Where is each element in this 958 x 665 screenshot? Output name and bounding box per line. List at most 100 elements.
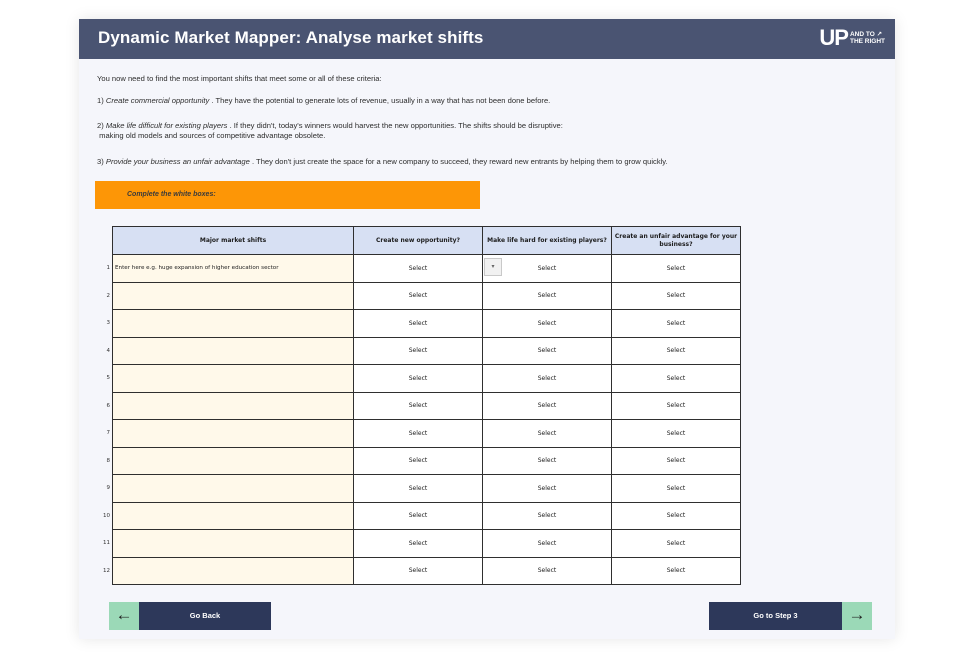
select-make-life-hard[interactable]: Select <box>482 309 612 338</box>
row-number: 12 <box>99 557 113 585</box>
market-shift-input[interactable] <box>112 556 354 585</box>
select-new-opportunity-value: Select <box>408 402 428 410</box>
arrow-left-icon[interactable]: ← <box>109 602 139 630</box>
go-back-label[interactable]: Go Back <box>139 602 271 630</box>
market-shift-input[interactable] <box>112 419 354 448</box>
select-make-life-hard[interactable]: Select <box>482 556 612 585</box>
select-unfair-advantage[interactable]: Select <box>611 309 741 338</box>
logo-subtext-line2: THE RIGHT <box>849 38 885 45</box>
select-new-opportunity-value: Select <box>408 292 428 300</box>
select-make-life-hard[interactable]: Select <box>482 281 612 310</box>
market-shift-input[interactable] <box>112 529 354 558</box>
select-new-opportunity[interactable]: Select <box>353 281 483 310</box>
select-unfair-advantage[interactable]: Select <box>611 446 741 475</box>
select-unfair-advantage[interactable]: Select <box>611 364 741 393</box>
table-row: 7 Select Select Select <box>99 419 741 448</box>
market-shift-input[interactable] <box>112 336 354 365</box>
go-to-step-3-button[interactable]: Go to Step 3 → <box>709 602 872 630</box>
select-new-opportunity[interactable]: Select <box>353 419 483 448</box>
select-new-opportunity[interactable]: Select <box>353 309 483 338</box>
select-make-life-hard[interactable]: Select <box>482 391 612 420</box>
select-new-opportunity[interactable]: Select <box>353 391 483 420</box>
select-unfair-advantage-value: Select <box>666 484 686 492</box>
criterion-2-number: 2) <box>97 121 104 130</box>
criterion-1: 1) Create commercial opportunity . They … <box>97 96 857 106</box>
row-number: 11 <box>99 530 113 558</box>
select-unfair-advantage[interactable]: Select <box>611 391 741 420</box>
select-unfair-advantage-value: Select <box>666 457 686 465</box>
select-make-life-hard-value: Select <box>537 374 557 382</box>
row-number-value: 3 <box>106 320 111 327</box>
header-major-market-shifts: Major market shifts <box>112 226 354 255</box>
market-shift-input[interactable] <box>112 501 354 530</box>
select-make-life-hard-value: Select <box>537 512 557 520</box>
market-shift-input[interactable] <box>112 281 354 310</box>
select-unfair-advantage-value: Select <box>666 539 686 547</box>
select-make-life-hard[interactable]: Select <box>482 529 612 558</box>
select-new-opportunity[interactable]: Select <box>353 529 483 558</box>
select-make-life-hard[interactable]: Select <box>482 446 612 475</box>
row-number: 1 <box>99 255 113 283</box>
select-make-life-hard-value: Select <box>537 567 557 575</box>
go-back-button[interactable]: ← Go Back <box>109 602 271 630</box>
select-unfair-advantage[interactable]: Select <box>611 254 741 283</box>
select-new-opportunity[interactable]: Select <box>353 364 483 393</box>
criterion-3: 3) Provide your business an unfair advan… <box>97 157 857 167</box>
select-new-opportunity-value: Select <box>408 429 428 437</box>
select-make-life-hard[interactable]: Select <box>482 419 612 448</box>
select-unfair-advantage-value: Select <box>666 374 686 382</box>
table-row: 12 Select Select Select <box>99 556 741 585</box>
market-shift-input-value: Enter here e.g. huge expansion of higher… <box>115 265 279 272</box>
table-row: 8 Select Select Select <box>99 446 741 475</box>
instruction-label: Complete the white boxes: <box>127 191 216 198</box>
select-unfair-advantage[interactable]: Select <box>611 529 741 558</box>
header-unfair-advantage: Create an unfair advantage for your busi… <box>611 226 741 255</box>
row-number: 6 <box>99 392 113 420</box>
select-new-opportunity[interactable]: Select <box>353 336 483 365</box>
select-make-life-hard-value: Select <box>537 402 557 410</box>
select-new-opportunity[interactable]: Select <box>353 474 483 503</box>
go-to-step-3-label[interactable]: Go to Step 3 <box>709 602 842 630</box>
select-unfair-advantage-value: Select <box>666 264 686 272</box>
select-make-life-hard[interactable]: Select <box>482 501 612 530</box>
select-unfair-advantage-value: Select <box>666 429 686 437</box>
arrow-right-icon[interactable]: → <box>842 602 872 630</box>
select-unfair-advantage[interactable]: Select <box>611 474 741 503</box>
select-new-opportunity[interactable]: Select <box>353 501 483 530</box>
row-number-value: 8 <box>106 457 111 464</box>
market-shift-input[interactable] <box>112 474 354 503</box>
row-number: 7 <box>99 420 113 448</box>
logo-up: UP <box>819 25 849 50</box>
logo-subtext-line1: AND TO ↗ <box>849 31 883 38</box>
select-make-life-hard[interactable]: Select <box>482 336 612 365</box>
row-number-value: 9 <box>106 485 111 492</box>
select-make-life-hard[interactable]: Select <box>482 364 612 393</box>
market-shift-input[interactable]: Enter here e.g. huge expansion of higher… <box>112 254 354 283</box>
market-shift-input[interactable] <box>112 364 354 393</box>
table-row: 6 Select Select Select <box>99 391 741 420</box>
select-unfair-advantage-value: Select <box>666 347 686 355</box>
market-shift-input[interactable] <box>112 391 354 420</box>
select-unfair-advantage[interactable]: Select <box>611 501 741 530</box>
select-new-opportunity-value: Select <box>408 512 428 520</box>
page-title: Dynamic Market Mapper: Analyse market sh… <box>98 28 484 47</box>
chevron-down-icon[interactable]: ▾ <box>484 258 502 276</box>
row-number: 2 <box>99 282 113 310</box>
header-create-new-opportunity: Create new opportunity? <box>353 226 483 255</box>
select-unfair-advantage[interactable]: Select <box>611 556 741 585</box>
select-new-opportunity[interactable]: Select <box>353 254 483 283</box>
select-new-opportunity[interactable]: Select <box>353 446 483 475</box>
row-number-value: 5 <box>106 375 111 382</box>
select-unfair-advantage[interactable]: Select <box>611 336 741 365</box>
criterion-1-text: . They have the potential to generate lo… <box>211 96 551 105</box>
row-number: 8 <box>99 447 113 475</box>
market-shift-input[interactable] <box>112 309 354 338</box>
select-make-life-hard[interactable]: Select <box>482 474 612 503</box>
row-number: 9 <box>99 475 113 503</box>
select-new-opportunity-value: Select <box>408 457 428 465</box>
market-shift-input[interactable] <box>112 446 354 475</box>
select-unfair-advantage[interactable]: Select <box>611 281 741 310</box>
select-make-life-hard[interactable]: Select ▾ <box>482 254 612 283</box>
select-unfair-advantage[interactable]: Select <box>611 419 741 448</box>
select-new-opportunity[interactable]: Select <box>353 556 483 585</box>
